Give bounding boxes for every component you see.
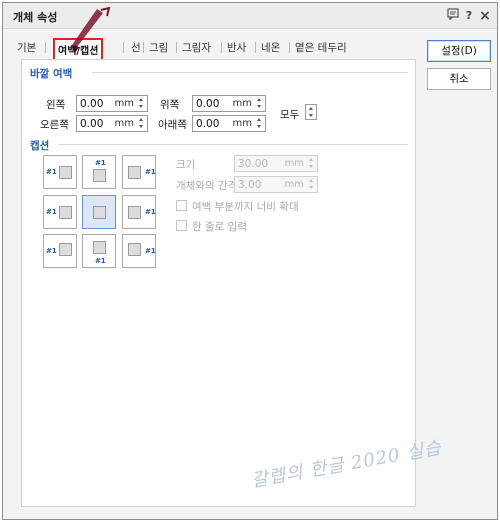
tab-separator xyxy=(45,42,46,53)
tab-separator xyxy=(289,42,290,53)
margin-right-label: 오른쪽 xyxy=(40,119,69,131)
caption-bottom-left[interactable]: #1 xyxy=(43,234,77,268)
margin-bottom-label: 아래쪽 xyxy=(158,119,187,131)
tab-separator xyxy=(221,42,222,53)
tab-separator xyxy=(255,42,256,53)
click-sticker xyxy=(71,7,111,53)
tab-reflection[interactable]: 반사 xyxy=(227,40,246,55)
cancel-button[interactable]: 취소 xyxy=(427,68,491,90)
outer-margin-title: 바깥 여백 xyxy=(30,68,73,80)
margin-all-spinner[interactable] xyxy=(305,104,317,120)
tab-panel: 바깥 여백 왼쪽 0.00 mm 오른쪽 0.00 mm 위쪽 0.00 mm … xyxy=(21,59,416,507)
caption-gap-label: 개체와의 간격 xyxy=(176,180,238,192)
caption-title: 캡션 xyxy=(30,140,50,152)
margin-left-label: 왼쪽 xyxy=(46,99,66,111)
caption-top-right[interactable]: #1 xyxy=(122,155,156,189)
tab-picture[interactable]: 그림 xyxy=(149,40,168,55)
spin-arrows-icon xyxy=(137,117,146,130)
spin-arrows-icon xyxy=(307,178,316,191)
caption-gap-input[interactable]: 3.00 mm xyxy=(234,176,318,193)
close-icon[interactable]: × xyxy=(477,8,493,24)
spin-arrows-icon xyxy=(255,117,264,130)
caption-bottom-right[interactable]: #1 xyxy=(122,234,156,268)
tab-basic[interactable]: 기본 xyxy=(17,40,36,55)
help-icon[interactable]: ? xyxy=(461,8,477,24)
tab-separator xyxy=(143,42,144,53)
caption-top-left[interactable]: #1 xyxy=(43,155,77,189)
spin-arrows-icon xyxy=(255,97,264,110)
ok-button[interactable]: 설정(D) xyxy=(427,40,491,62)
object-properties-dialog: 개체 속성 ? × 기본 여백/캡션 선 그림 그림자 반사 네온 옅은 테두리… xyxy=(2,2,498,520)
caption-none[interactable] xyxy=(82,195,116,229)
caption-size-input[interactable]: 30.00 mm xyxy=(234,155,318,172)
dialog-title: 개체 속성 xyxy=(13,11,58,24)
single-line-checkbox[interactable] xyxy=(176,220,187,231)
margin-left-input[interactable]: 0.00 mm xyxy=(76,95,148,112)
margin-all-label: 모두 xyxy=(280,109,300,121)
spin-arrows-icon xyxy=(307,157,316,170)
caption-size-label: 크기 xyxy=(176,159,196,171)
caption-top[interactable]: #1 xyxy=(82,155,116,189)
section-divider xyxy=(58,144,408,145)
caption-left[interactable]: #1 xyxy=(43,195,77,229)
section-divider xyxy=(92,72,408,73)
margin-top-label: 위쪽 xyxy=(160,99,180,111)
single-line-label: 한 줄로 입력 xyxy=(192,221,247,233)
extend-margin-label: 여백 부분까지 너비 확대 xyxy=(192,201,299,213)
margin-bottom-input[interactable]: 0.00 mm xyxy=(192,115,266,132)
caption-bottom[interactable]: #1 xyxy=(82,234,116,268)
tab-separator xyxy=(176,42,177,53)
tab-line[interactable]: 선 xyxy=(131,40,141,55)
extend-margin-checkbox[interactable] xyxy=(176,200,187,211)
tab-soft-edge[interactable]: 옅은 테두리 xyxy=(295,40,347,55)
tab-separator xyxy=(123,42,124,53)
margin-right-input[interactable]: 0.00 mm xyxy=(76,115,148,132)
margin-top-input[interactable]: 0.00 mm xyxy=(192,95,266,112)
spin-arrows-icon xyxy=(137,97,146,110)
comment-icon[interactable] xyxy=(445,8,461,24)
tab-neon[interactable]: 네온 xyxy=(261,40,280,55)
caption-right[interactable]: #1 xyxy=(122,195,156,229)
tab-shadow[interactable]: 그림자 xyxy=(182,40,211,55)
